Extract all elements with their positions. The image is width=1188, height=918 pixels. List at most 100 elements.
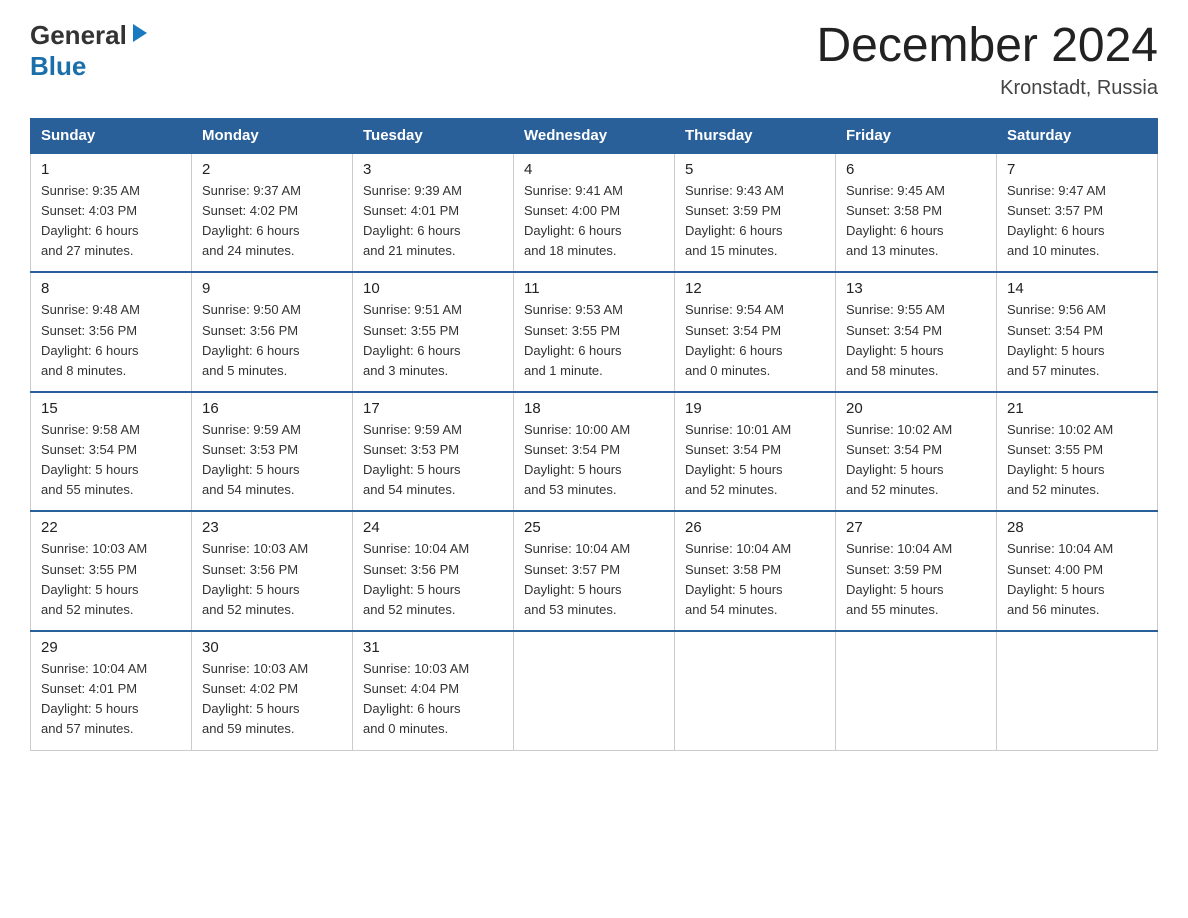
table-row: 21 Sunrise: 10:02 AMSunset: 3:55 PMDaylig…: [997, 392, 1158, 512]
day-info: Sunrise: 9:43 AMSunset: 3:59 PMDaylight:…: [685, 181, 825, 262]
day-number: 15: [41, 400, 181, 417]
table-row: 29Sunrise: 10:04 AMSunset: 4:01 PMDaylig…: [31, 631, 192, 750]
col-thursday: Thursday: [675, 118, 836, 153]
day-number: 6: [846, 161, 986, 178]
month-title: December 2024: [816, 20, 1158, 73]
table-row: 30Sunrise: 10:03 AMSunset: 4:02 PMDaylig…: [192, 631, 353, 750]
table-row: 18Sunrise: 10:00 AMSunset: 3:54 PMDaylig…: [514, 392, 675, 512]
table-row: 19Sunrise: 10:01 AMSunset: 3:54 PMDaylig…: [675, 392, 836, 512]
day-info: Sunrise: 9:35 AMSunset: 4:03 PMDaylight:…: [41, 181, 181, 262]
day-info: Sunrise: 9:54 AMSunset: 3:54 PMDaylight:…: [685, 300, 825, 381]
day-number: 8: [41, 280, 181, 297]
calendar-week-row: 8 Sunrise: 9:48 AMSunset: 3:56 PMDaylight…: [31, 272, 1158, 392]
logo: General Blue: [30, 20, 151, 82]
day-number: 7: [1007, 161, 1147, 178]
table-row: 20 Sunrise: 10:02 AMSunset: 3:54 PMDaylig…: [836, 392, 997, 512]
table-row: 10Sunrise: 9:51 AMSunset: 3:55 PMDayligh…: [353, 272, 514, 392]
day-info: Sunrise: 9:37 AMSunset: 4:02 PMDaylight:…: [202, 181, 342, 262]
day-info: Sunrise: 10:03 AMSunset: 3:55 PMDaylight…: [41, 539, 181, 620]
calendar-week-row: 22 Sunrise: 10:03 AMSunset: 3:55 PMDaylig…: [31, 511, 1158, 631]
table-row: [836, 631, 997, 750]
table-row: 7 Sunrise: 9:47 AMSunset: 3:57 PMDaylight…: [997, 153, 1158, 273]
day-info: Sunrise: 9:59 AMSunset: 3:53 PMDaylight:…: [363, 420, 503, 501]
day-info: Sunrise: 9:53 AMSunset: 3:55 PMDaylight:…: [524, 300, 664, 381]
day-info: Sunrise: 9:48 AMSunset: 3:56 PMDaylight:…: [41, 300, 181, 381]
table-row: 1Sunrise: 9:35 AMSunset: 4:03 PMDaylight…: [31, 153, 192, 273]
day-info: Sunrise: 10:03 AMSunset: 4:04 PMDaylight…: [363, 659, 503, 740]
day-number: 12: [685, 280, 825, 297]
calendar-week-row: 1Sunrise: 9:35 AMSunset: 4:03 PMDaylight…: [31, 153, 1158, 273]
day-number: 9: [202, 280, 342, 297]
table-row: 25Sunrise: 10:04 AMSunset: 3:57 PMDaylig…: [514, 511, 675, 631]
day-info: Sunrise: 10:04 AMSunset: 4:00 PMDaylight…: [1007, 539, 1147, 620]
table-row: [997, 631, 1158, 750]
day-info: Sunrise: 10:04 AMSunset: 3:58 PMDaylight…: [685, 539, 825, 620]
table-row: 17 Sunrise: 9:59 AMSunset: 3:53 PMDayligh…: [353, 392, 514, 512]
day-number: 13: [846, 280, 986, 297]
day-number: 30: [202, 639, 342, 656]
table-row: [675, 631, 836, 750]
table-row: 15 Sunrise: 9:58 AMSunset: 3:54 PMDayligh…: [31, 392, 192, 512]
day-info: Sunrise: 10:02 AMSunset: 3:55 PMDaylight…: [1007, 420, 1147, 501]
table-row: 31 Sunrise: 10:03 AMSunset: 4:04 PMDaylig…: [353, 631, 514, 750]
table-row: [514, 631, 675, 750]
day-number: 17: [363, 400, 503, 417]
col-monday: Monday: [192, 118, 353, 153]
calendar-week-row: 15 Sunrise: 9:58 AMSunset: 3:54 PMDayligh…: [31, 392, 1158, 512]
day-number: 24: [363, 519, 503, 536]
logo-blue-text: Blue: [30, 51, 86, 82]
calendar-table: Sunday Monday Tuesday Wednesday Thursday…: [30, 118, 1158, 751]
day-number: 11: [524, 280, 664, 297]
day-number: 26: [685, 519, 825, 536]
day-number: 14: [1007, 280, 1147, 297]
col-friday: Friday: [836, 118, 997, 153]
day-info: Sunrise: 9:41 AMSunset: 4:00 PMDaylight:…: [524, 181, 664, 262]
table-row: 9 Sunrise: 9:50 AMSunset: 3:56 PMDaylight…: [192, 272, 353, 392]
day-info: Sunrise: 9:45 AMSunset: 3:58 PMDaylight:…: [846, 181, 986, 262]
day-info: Sunrise: 9:56 AMSunset: 3:54 PMDaylight:…: [1007, 300, 1147, 381]
day-info: Sunrise: 10:04 AMSunset: 3:56 PMDaylight…: [363, 539, 503, 620]
day-number: 5: [685, 161, 825, 178]
day-info: Sunrise: 10:03 AMSunset: 3:56 PMDaylight…: [202, 539, 342, 620]
day-number: 20: [846, 400, 986, 417]
title-block: December 2024 Kronstadt, Russia: [816, 20, 1158, 100]
day-number: 2: [202, 161, 342, 178]
day-number: 31: [363, 639, 503, 656]
table-row: 4Sunrise: 9:41 AMSunset: 4:00 PMDaylight…: [514, 153, 675, 273]
day-number: 18: [524, 400, 664, 417]
day-number: 29: [41, 639, 181, 656]
page-header: General Blue December 2024 Kronstadt, Ru…: [30, 20, 1158, 100]
day-number: 16: [202, 400, 342, 417]
day-info: Sunrise: 10:02 AMSunset: 3:54 PMDaylight…: [846, 420, 986, 501]
col-wednesday: Wednesday: [514, 118, 675, 153]
location-label: Kronstadt, Russia: [816, 77, 1158, 100]
table-row: 2 Sunrise: 9:37 AMSunset: 4:02 PMDaylight…: [192, 153, 353, 273]
day-number: 28: [1007, 519, 1147, 536]
col-saturday: Saturday: [997, 118, 1158, 153]
day-info: Sunrise: 9:50 AMSunset: 3:56 PMDaylight:…: [202, 300, 342, 381]
table-row: 13 Sunrise: 9:55 AMSunset: 3:54 PMDayligh…: [836, 272, 997, 392]
day-number: 22: [41, 519, 181, 536]
table-row: 27Sunrise: 10:04 AMSunset: 3:59 PMDaylig…: [836, 511, 997, 631]
table-row: 3Sunrise: 9:39 AMSunset: 4:01 PMDaylight…: [353, 153, 514, 273]
day-number: 10: [363, 280, 503, 297]
day-info: Sunrise: 9:47 AMSunset: 3:57 PMDaylight:…: [1007, 181, 1147, 262]
table-row: 26 Sunrise: 10:04 AMSunset: 3:58 PMDaylig…: [675, 511, 836, 631]
calendar-week-row: 29Sunrise: 10:04 AMSunset: 4:01 PMDaylig…: [31, 631, 1158, 750]
table-row: 23 Sunrise: 10:03 AMSunset: 3:56 PMDaylig…: [192, 511, 353, 631]
logo-general-text: General: [30, 20, 127, 51]
day-number: 23: [202, 519, 342, 536]
table-row: 22 Sunrise: 10:03 AMSunset: 3:55 PMDaylig…: [31, 511, 192, 631]
table-row: 8 Sunrise: 9:48 AMSunset: 3:56 PMDaylight…: [31, 272, 192, 392]
day-info: Sunrise: 9:55 AMSunset: 3:54 PMDaylight:…: [846, 300, 986, 381]
day-info: Sunrise: 9:58 AMSunset: 3:54 PMDaylight:…: [41, 420, 181, 501]
day-info: Sunrise: 9:59 AMSunset: 3:53 PMDaylight:…: [202, 420, 342, 501]
day-number: 3: [363, 161, 503, 178]
table-row: 11 Sunrise: 9:53 AMSunset: 3:55 PMDayligh…: [514, 272, 675, 392]
logo-arrow-icon: [129, 22, 151, 44]
day-number: 21: [1007, 400, 1147, 417]
calendar-header-row: Sunday Monday Tuesday Wednesday Thursday…: [31, 118, 1158, 153]
table-row: 16 Sunrise: 9:59 AMSunset: 3:53 PMDayligh…: [192, 392, 353, 512]
col-sunday: Sunday: [31, 118, 192, 153]
table-row: 6 Sunrise: 9:45 AMSunset: 3:58 PMDaylight…: [836, 153, 997, 273]
